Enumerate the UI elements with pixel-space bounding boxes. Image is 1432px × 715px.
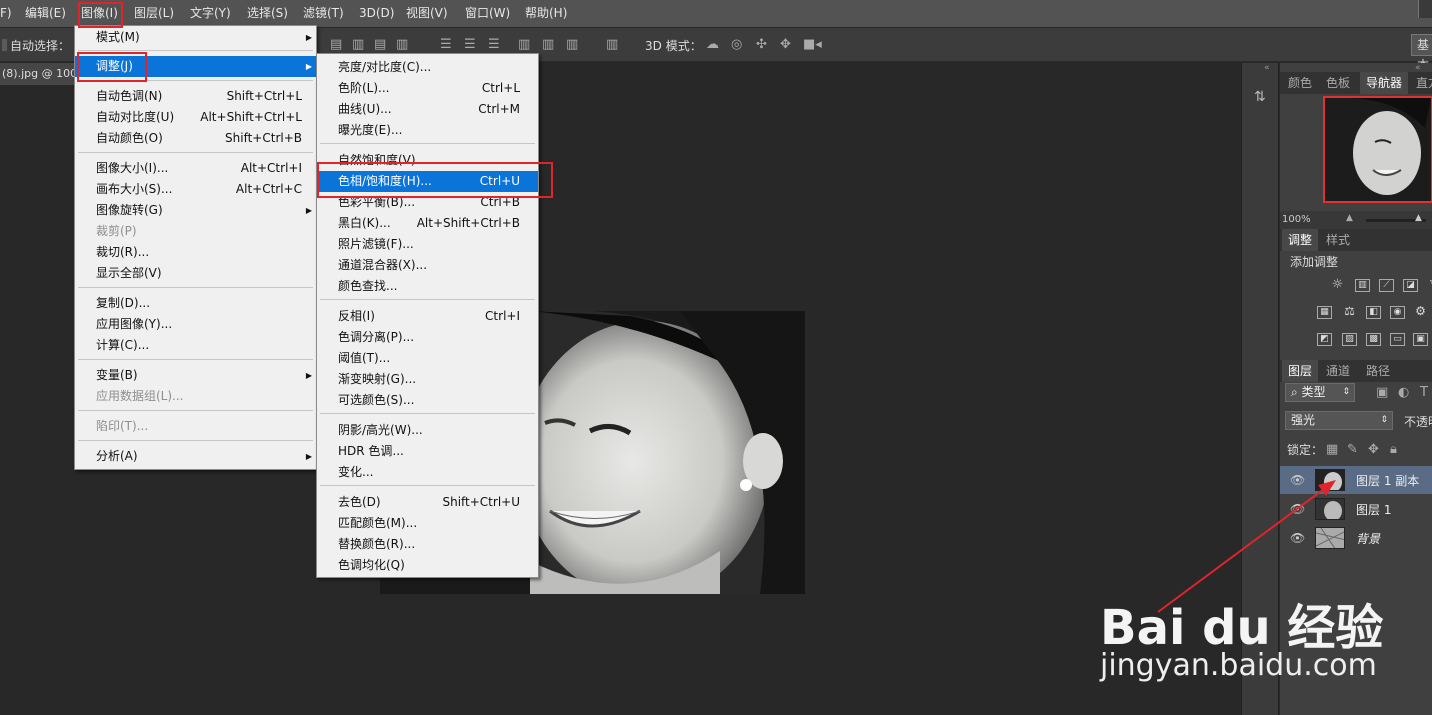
baidu-watermark-url: jingyan.baidu.com	[1100, 648, 1377, 683]
